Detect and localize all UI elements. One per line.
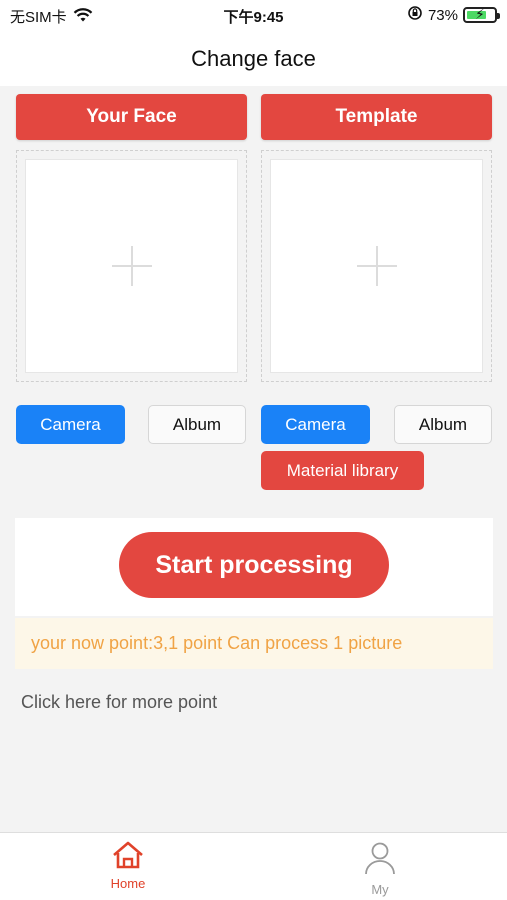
tab-my[interactable]: My (340, 841, 420, 897)
template-upload-area[interactable] (261, 150, 492, 382)
your-face-image-slot[interactable] (25, 159, 238, 373)
template-panel: Template (261, 94, 492, 382)
orientation-lock-icon (407, 5, 423, 25)
tab-home[interactable]: Home (88, 841, 168, 891)
battery-icon: ⚡ (463, 6, 500, 23)
tab-bar: Home My (0, 832, 507, 900)
process-card: Start processing (15, 518, 493, 616)
template-image-slot[interactable] (270, 159, 483, 373)
your-face-panel: Your Face (16, 94, 247, 382)
material-library-button[interactable]: Material library (261, 451, 424, 490)
tab-my-label: My (371, 882, 389, 897)
more-points-link[interactable]: Click here for more point (21, 692, 217, 713)
your-face-upload-area[interactable] (16, 150, 247, 382)
your-face-album-button[interactable]: Album (148, 405, 246, 444)
your-face-header: Your Face (16, 94, 247, 140)
start-processing-button[interactable]: Start processing (119, 532, 389, 598)
plus-icon (111, 246, 152, 286)
plus-icon (356, 246, 397, 286)
page-title: Change face (191, 46, 316, 71)
charging-icon: ⚡ (475, 6, 485, 22)
user-icon (363, 842, 397, 879)
status-bar: 无SIM卡 下午9:45 73% ⚡ (0, 0, 507, 30)
home-icon (111, 841, 145, 873)
points-info: your now point:3,1 point Can process 1 p… (15, 618, 493, 669)
template-camera-button[interactable]: Camera (261, 405, 370, 444)
tab-home-label: Home (110, 876, 146, 891)
template-album-button[interactable]: Album (394, 405, 492, 444)
battery-percent: 73% (427, 6, 458, 24)
template-header: Template (261, 94, 492, 140)
navigation-bar: Change face (0, 30, 507, 86)
your-face-camera-button[interactable]: Camera (16, 405, 125, 444)
status-right: 73% ⚡ (407, 5, 500, 25)
